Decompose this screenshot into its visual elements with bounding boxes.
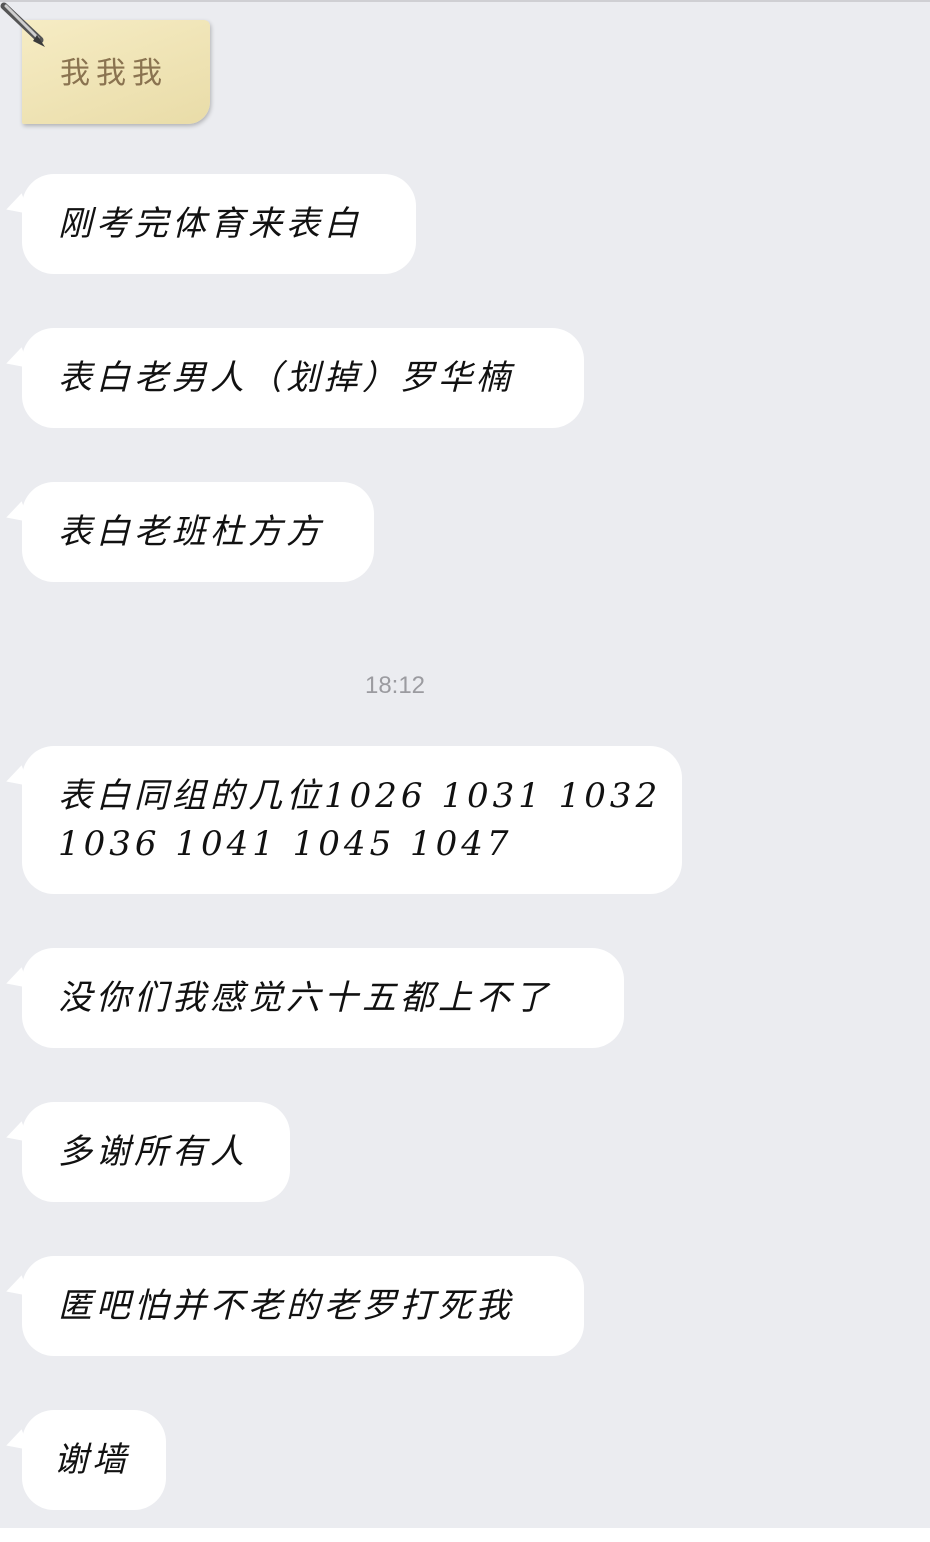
message-text-line-2: 1036 1041 1045 1047: [58, 824, 513, 864]
message-bubble[interactable]: 没你们我感觉六十五都上不了: [2, 948, 624, 1048]
message-text: 表白老班杜方方: [58, 512, 324, 552]
message-text-line-1: 表白同组的几位1026 1031 1032: [58, 776, 662, 816]
bubble-tail: [2, 765, 30, 793]
message-bubble[interactable]: 表白老男人（划掉）罗华楠: [2, 328, 584, 428]
bubble-tail: [2, 1275, 30, 1303]
bubble-tail: [2, 347, 30, 375]
bubble-tail: [2, 501, 30, 529]
message-text: 没你们我感觉六十五都上不了: [58, 978, 552, 1018]
message-text: 谢墙: [54, 1440, 130, 1480]
message-bubble[interactable]: 表白老班杜方方: [2, 482, 374, 582]
input-bar-edge: [0, 1528, 930, 1542]
pen-icon: [0, 2, 45, 47]
message-text: 多谢所有人: [58, 1132, 248, 1172]
message-bubble[interactable]: 谢墙: [2, 1410, 166, 1510]
message-text: 匿吧怕并不老的老罗打死我: [58, 1286, 514, 1326]
timestamp: 18:12: [364, 672, 426, 699]
bubble-tail: [2, 193, 30, 221]
bubble-tail: [2, 1121, 30, 1149]
top-divider: [0, 0, 930, 2]
message-bubble[interactable]: 表白同组的几位1026 1031 1032 1036 1041 1045 104…: [2, 746, 682, 894]
message-text: 刚考完体育来表白: [58, 204, 362, 244]
message-bubble[interactable]: 刚考完体育来表白: [2, 174, 416, 274]
message-bubble[interactable]: 匿吧怕并不老的老罗打死我: [2, 1256, 584, 1356]
message-text: 表白老男人（划掉）罗华楠: [58, 358, 514, 398]
bubble-tail: [2, 1429, 30, 1457]
sticky-note-text: 我我我: [60, 56, 168, 91]
bubble-tail: [2, 967, 30, 995]
message-bubble[interactable]: 多谢所有人: [2, 1102, 290, 1202]
